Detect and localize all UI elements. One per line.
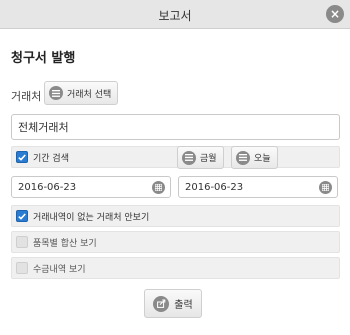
today-label: 오늘: [254, 154, 271, 164]
collection-history-row[interactable]: 수금내역 보기: [11, 257, 340, 279]
select-client-button[interactable]: 거래처 선택: [44, 81, 119, 105]
today-button[interactable]: 오늘: [231, 146, 278, 169]
hide-no-transaction-checkbox[interactable]: [16, 210, 28, 222]
end-date-input[interactable]: 2016-06-23: [178, 176, 338, 198]
close-icon: ×: [329, 7, 341, 21]
dialog-titlebar: 보고서 ×: [0, 0, 350, 29]
list-icon: [236, 150, 250, 165]
hide-no-transaction-row[interactable]: 거래내역이 없는 거래처 안보기: [11, 205, 340, 227]
page-title: 청구서 발행: [11, 51, 76, 66]
print-label: 출력: [174, 300, 193, 311]
calendar-icon[interactable]: [319, 181, 332, 194]
sum-by-item-label: 품목별 합산 보기: [33, 238, 97, 249]
start-date-input[interactable]: 2016-06-23: [11, 176, 171, 198]
collection-history-label: 수금내역 보기: [33, 264, 86, 275]
start-date-value: 2016-06-23: [18, 181, 77, 193]
end-date-value: 2016-06-23: [185, 181, 244, 193]
calendar-icon[interactable]: [152, 181, 165, 194]
sum-by-item-checkbox[interactable]: [16, 236, 28, 248]
share-icon: [153, 295, 170, 312]
period-search-row[interactable]: 기간 검색: [11, 146, 340, 168]
period-search-label: 기간 검색: [33, 153, 69, 164]
list-icon: [49, 86, 63, 100]
client-label: 거래처: [11, 90, 42, 103]
list-icon: [182, 150, 196, 165]
close-button[interactable]: ×: [326, 5, 344, 23]
this-month-button[interactable]: 금월: [177, 146, 224, 169]
sum-by-item-row[interactable]: 품목별 합산 보기: [11, 231, 340, 253]
period-search-checkbox[interactable]: [16, 151, 28, 163]
print-button[interactable]: 출력: [144, 289, 202, 318]
collection-history-checkbox[interactable]: [16, 262, 28, 274]
hide-no-transaction-label: 거래내역이 없는 거래처 안보기: [33, 212, 150, 223]
this-month-label: 금월: [200, 154, 217, 164]
dialog-title: 보고서: [158, 9, 192, 23]
client-input[interactable]: 전체거래처: [11, 114, 340, 140]
select-client-label: 거래처 선택: [67, 89, 112, 100]
